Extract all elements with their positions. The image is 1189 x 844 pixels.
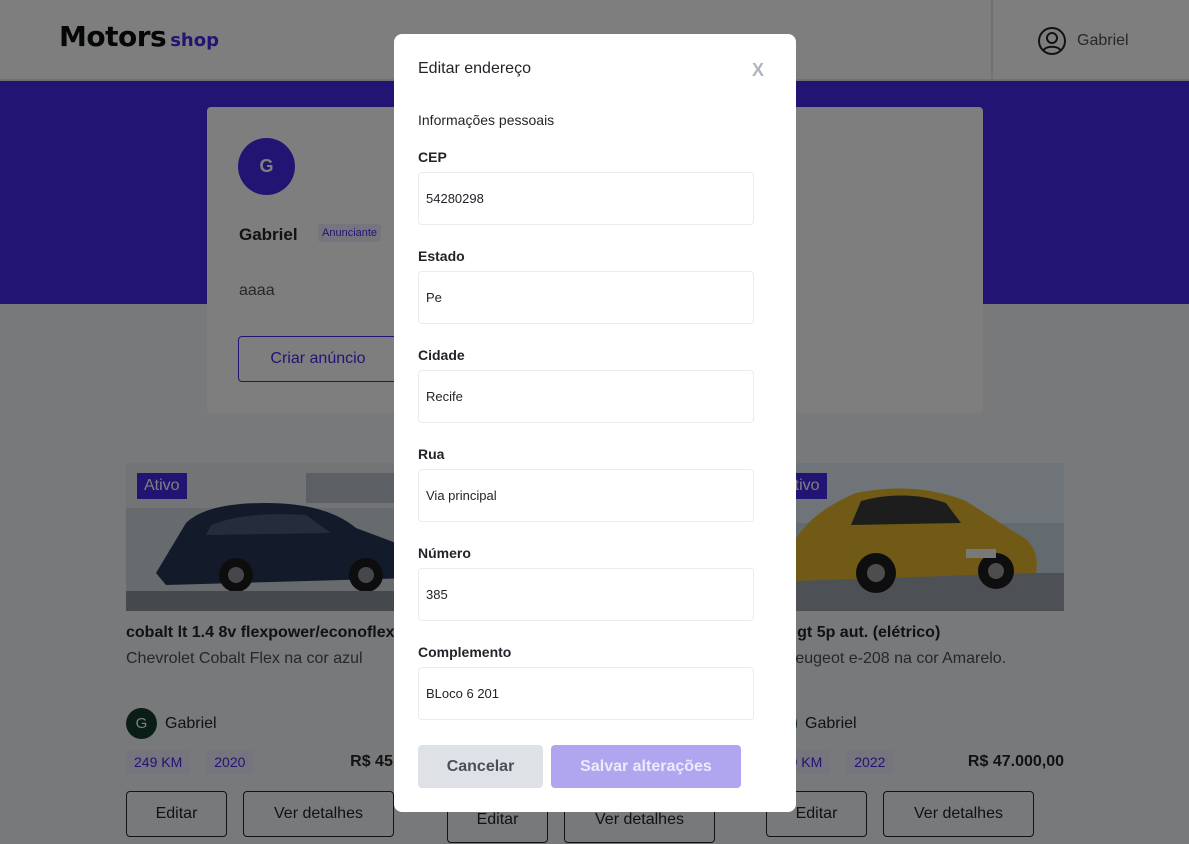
city-input[interactable] — [418, 370, 754, 423]
modal-title: Editar endereço — [418, 60, 531, 77]
cancel-button[interactable]: Cancelar — [418, 745, 543, 788]
state-field: Estado — [418, 248, 754, 324]
save-button[interactable]: Salvar alterações — [551, 745, 741, 788]
number-input[interactable] — [418, 568, 754, 621]
close-button[interactable]: X — [752, 60, 764, 81]
complement-input[interactable] — [418, 667, 754, 720]
complement-field: Complemento — [418, 644, 754, 720]
field-label: Cidade — [418, 347, 465, 363]
field-label: Estado — [418, 248, 465, 264]
cep-input[interactable] — [418, 172, 754, 225]
field-label: Número — [418, 545, 471, 561]
section-label: Informações pessoais — [418, 112, 555, 128]
cep-field: CEP — [418, 149, 754, 225]
street-input[interactable] — [418, 469, 754, 522]
field-label: CEP — [418, 149, 447, 165]
field-label: Complemento — [418, 644, 512, 660]
city-field: Cidade — [418, 347, 754, 423]
state-input[interactable] — [418, 271, 754, 324]
edit-address-modal: Editar endereço X Informações pessoais C… — [394, 34, 796, 812]
field-label: Rua — [418, 446, 445, 462]
modal-actions: Cancelar Salvar alterações — [418, 745, 741, 788]
street-field: Rua — [418, 446, 754, 522]
number-field: Número — [418, 545, 754, 621]
